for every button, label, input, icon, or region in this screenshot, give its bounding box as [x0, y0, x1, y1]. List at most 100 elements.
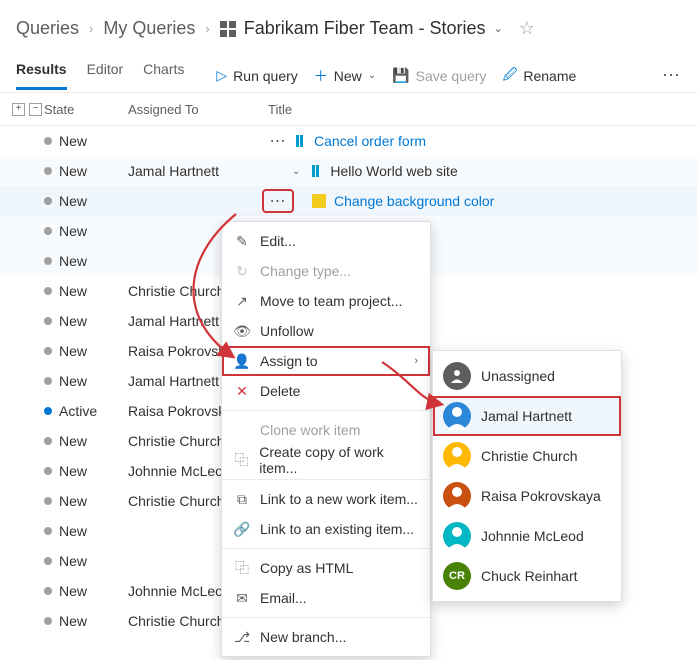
- table-row[interactable]: New ⋯ Change background color: [0, 186, 697, 216]
- state-cell: New: [44, 613, 128, 629]
- state-cell: New: [44, 523, 128, 539]
- assign-user-jm[interactable]: Johnnie McLeod: [433, 516, 621, 556]
- state-dot-icon: [44, 527, 52, 535]
- rename-button[interactable]: 🖉 Rename: [502, 64, 576, 88]
- state-dot-icon: [44, 257, 52, 265]
- state-dot-icon: [44, 407, 52, 415]
- state-label: New: [59, 163, 87, 179]
- context-menu: ✎Edit... ↻Change type... ↗Move to team p…: [221, 221, 431, 657]
- menu-link-existing-label: Link to an existing item...: [260, 521, 414, 537]
- breadcrumb-current-label: Fabrikam Fiber Team - Stories: [244, 18, 486, 39]
- pencil-icon: ✎: [234, 233, 250, 250]
- chevron-right-icon: ›: [89, 21, 93, 36]
- save-label: Save query: [416, 68, 487, 84]
- breadcrumb-level2[interactable]: My Queries: [103, 18, 195, 39]
- state-cell: New: [44, 493, 128, 509]
- table-row[interactable]: New ⋯ Cancel order form: [0, 126, 697, 156]
- user-name-label: Johnnie McLeod: [481, 528, 584, 544]
- rename-label: Rename: [523, 68, 576, 84]
- toolbar: Results Editor Charts ▷ Run query ＋ New …: [0, 51, 697, 93]
- copy-icon: ⿻: [234, 450, 249, 470]
- menu-unfollow[interactable]: 👁Unfollow: [222, 316, 430, 346]
- title-cell[interactable]: Cancel order form: [292, 133, 697, 149]
- row-more-button[interactable]: ⋯: [264, 191, 292, 211]
- state-label: New: [59, 223, 87, 239]
- breadcrumb-level1[interactable]: Queries: [16, 18, 79, 39]
- title-cell[interactable]: Change background color: [292, 193, 697, 209]
- menu-create-copy[interactable]: ⿻Create copy of work item...: [222, 445, 430, 475]
- collapse-all-button[interactable]: −: [29, 103, 42, 116]
- menu-new-branch[interactable]: ⎇New branch...: [222, 622, 430, 652]
- plus-icon: ＋: [314, 66, 328, 86]
- menu-move-label: Move to team project...: [260, 293, 402, 309]
- state-cell: New: [44, 583, 128, 599]
- col-header-title[interactable]: Title: [264, 102, 697, 117]
- new-button[interactable]: ＋ New ⌄: [314, 66, 376, 86]
- assign-user-cr[interactable]: CR Chuck Reinhart: [433, 556, 621, 596]
- menu-separator: [222, 479, 430, 480]
- state-dot-icon: [44, 347, 52, 355]
- state-cell: New: [44, 223, 128, 239]
- chevron-down-icon: ⌄: [368, 70, 376, 81]
- change-type-icon: ↻: [234, 263, 250, 280]
- state-dot-icon: [44, 377, 52, 385]
- state-dot-icon: [44, 437, 52, 445]
- state-label: New: [59, 523, 87, 539]
- state-dot-icon: [44, 227, 52, 235]
- col-header-assigned[interactable]: Assigned To: [128, 102, 264, 117]
- tab-results[interactable]: Results: [16, 61, 67, 90]
- row-more-button[interactable]: ⋯: [264, 131, 292, 151]
- table-row[interactable]: NewJamal Hartnett⋯⌄Hello World web site: [0, 156, 697, 186]
- avatar: [443, 362, 471, 390]
- user-name-label: Chuck Reinhart: [481, 568, 578, 584]
- menu-link-new[interactable]: ⧉Link to a new work item...: [222, 484, 430, 514]
- work-item-title[interactable]: Change background color: [334, 193, 494, 209]
- user-story-icon: [308, 164, 322, 178]
- menu-assign-to-label: Assign to: [260, 353, 318, 369]
- menu-copy-html[interactable]: ⿻Copy as HTML: [222, 553, 430, 583]
- chevron-down-icon[interactable]: ⌄: [493, 22, 502, 35]
- tab-charts[interactable]: Charts: [143, 61, 184, 90]
- work-item-title[interactable]: Cancel order form: [314, 133, 426, 149]
- assign-user-rp[interactable]: Raisa Pokrovskaya: [433, 476, 621, 516]
- menu-assign-to[interactable]: 👤Assign to›: [222, 346, 430, 376]
- run-query-button[interactable]: ▷ Run query: [216, 67, 297, 84]
- run-query-label: Run query: [233, 68, 298, 84]
- menu-edit[interactable]: ✎Edit...: [222, 226, 430, 256]
- menu-move[interactable]: ↗Move to team project...: [222, 286, 430, 316]
- breadcrumb: Queries › My Queries › Fabrikam Fiber Te…: [0, 0, 697, 51]
- menu-clone: Clone work item: [222, 415, 430, 445]
- state-dot-icon: [44, 497, 52, 505]
- expand-all-button[interactable]: +: [12, 103, 25, 116]
- work-item-title: Hello World web site: [330, 163, 457, 179]
- state-label: New: [59, 553, 87, 569]
- delete-icon: ✕: [234, 383, 250, 400]
- menu-delete-label: Delete: [260, 383, 300, 399]
- menu-link-existing[interactable]: 🔗Link to an existing item...: [222, 514, 430, 544]
- menu-delete[interactable]: ✕ Delete: [222, 376, 430, 406]
- assign-user-cc[interactable]: Christie Church: [433, 436, 621, 476]
- col-header-state[interactable]: State: [44, 102, 128, 117]
- title-cell[interactable]: ⌄ Hello World web site: [292, 163, 697, 179]
- avatar: CR: [443, 562, 471, 590]
- state-label: New: [59, 463, 87, 479]
- assigned-cell: Jamal Hartnett: [128, 163, 264, 179]
- task-icon: [312, 194, 326, 208]
- menu-email[interactable]: ✉Email...: [222, 583, 430, 613]
- chevron-down-icon[interactable]: ⌄: [292, 166, 300, 177]
- state-cell: New: [44, 253, 128, 269]
- state-cell: New: [44, 133, 128, 149]
- state-cell: New: [44, 193, 128, 209]
- tab-editor[interactable]: Editor: [87, 61, 124, 90]
- breadcrumb-current[interactable]: Fabrikam Fiber Team - Stories ⌄: [220, 18, 503, 39]
- assign-user-un[interactable]: Unassigned: [433, 356, 621, 396]
- new-label: New: [334, 68, 362, 84]
- person-icon: 👤: [234, 353, 250, 370]
- avatar: [443, 442, 471, 470]
- toolbar-more-button[interactable]: ⋯: [662, 65, 681, 86]
- chevron-right-icon: ›: [205, 21, 209, 36]
- assign-user-jh[interactable]: Jamal Hartnett: [433, 396, 621, 436]
- state-label: New: [59, 433, 87, 449]
- favorite-star-icon[interactable]: ☆: [519, 18, 535, 39]
- avatar: [443, 402, 471, 430]
